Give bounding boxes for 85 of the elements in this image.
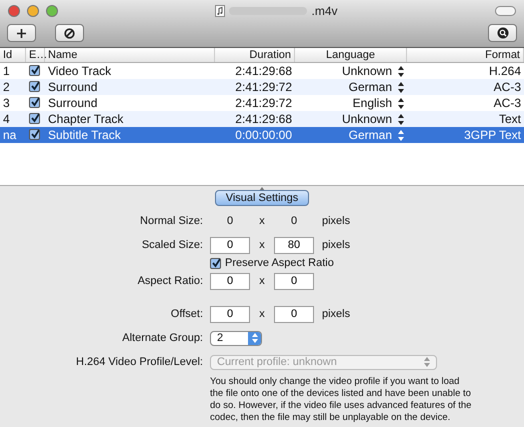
times-sign: x bbox=[258, 275, 266, 287]
prohibited-icon bbox=[64, 28, 75, 38]
table-cell-text: 4 bbox=[2, 112, 11, 126]
table-cell-text: 0:00:00:00 bbox=[234, 128, 293, 142]
table-cell-text: Subtitle Track bbox=[47, 128, 122, 142]
field-label: Alternate Group: bbox=[121, 332, 203, 344]
track-row[interactable]: 3 Surround 2:41:29:72 English AC-3 bbox=[0, 95, 524, 111]
unit-label: pixels bbox=[322, 308, 350, 320]
track-row[interactable]: 1 Video Track 2:41:29:68 Unknown H.264 bbox=[0, 63, 524, 79]
height-field[interactable]: 0 bbox=[274, 272, 314, 290]
column-header[interactable]: Name bbox=[45, 48, 215, 62]
minimize-button[interactable] bbox=[27, 5, 39, 17]
music-file-icon bbox=[215, 5, 226, 17]
width-field[interactable]: 0 bbox=[210, 236, 250, 254]
checkbox[interactable] bbox=[29, 128, 40, 140]
table-cell-text: Text bbox=[498, 112, 522, 126]
table-cell-text: 3GPP Text bbox=[463, 128, 522, 142]
track-row[interactable]: 4 Chapter Track 2:41:29:68 Unknown Text bbox=[0, 111, 524, 127]
plus-icon bbox=[17, 28, 26, 38]
column-header[interactable]: Duration bbox=[215, 48, 295, 62]
table-cell: Unknown bbox=[342, 112, 392, 126]
table-cell-text: AC-3 bbox=[492, 96, 522, 110]
stepper-arrows-icon bbox=[424, 357, 430, 367]
table-cell-text: Video Track bbox=[47, 64, 112, 78]
x-offset-field[interactable]: 0 bbox=[210, 306, 250, 322]
checkbox[interactable] bbox=[29, 80, 40, 92]
y-offset-field[interactable]: 0 bbox=[274, 306, 314, 322]
checkbox[interactable] bbox=[29, 96, 40, 108]
stepper-arrows-icon[interactable] bbox=[398, 98, 404, 108]
track-row[interactable]: 2 Surround 2:41:29:72 German AC-3 bbox=[0, 79, 524, 95]
field-label: Scaled Size: bbox=[140, 239, 203, 251]
table-cell-text: 2:41:29:68 bbox=[234, 112, 293, 126]
height-value: 0 bbox=[290, 215, 298, 227]
table-cell-text: Chapter Track bbox=[47, 112, 124, 126]
alternate-group-dropdown[interactable]: 2 bbox=[210, 330, 262, 346]
stepper-arrows-icon[interactable] bbox=[398, 82, 404, 92]
column-header[interactable]: Id bbox=[0, 48, 26, 62]
table-cell: German bbox=[348, 128, 392, 142]
add-button[interactable] bbox=[7, 24, 36, 42]
column-header[interactable]: E… bbox=[26, 48, 45, 62]
checkbox-label: Preserve Aspect Ratio bbox=[225, 257, 334, 269]
search-button[interactable] bbox=[488, 24, 517, 42]
table-cell-text: Surround bbox=[47, 80, 98, 94]
help-text: You should only change the video profile if you want to load the file onto one of the devices listed and have been unable to do so. However, if the video file uses advanced features of the codec, then the file may still be unplayable on the device. bbox=[210, 376, 472, 424]
field-label: Offset: bbox=[170, 308, 203, 320]
column-header[interactable]: Language bbox=[295, 48, 407, 62]
times-sign: x bbox=[258, 215, 266, 227]
table-cell-text: 2:41:29:72 bbox=[234, 80, 293, 94]
width-value: 0 bbox=[226, 215, 234, 227]
width-field[interactable]: 0 bbox=[210, 272, 250, 290]
visual-settings-tab[interactable]: Visual Settings bbox=[214, 190, 310, 206]
table-cell-text: H.264 bbox=[488, 64, 522, 78]
checkbox[interactable] bbox=[29, 112, 40, 124]
close-button[interactable] bbox=[8, 5, 20, 17]
stepper-arrows-icon bbox=[252, 333, 258, 343]
disable-button[interactable] bbox=[55, 24, 84, 42]
field-label: Aspect Ratio: bbox=[136, 275, 203, 287]
checkbox[interactable] bbox=[29, 64, 40, 76]
stepper-arrows-icon[interactable] bbox=[398, 66, 404, 76]
table-cell-text: na bbox=[2, 128, 18, 142]
unit-label: pixels bbox=[322, 239, 350, 251]
table-cell-text: 3 bbox=[2, 96, 11, 110]
table-cell-text: 1 bbox=[2, 64, 11, 78]
toolbar-toggle-button[interactable] bbox=[495, 6, 516, 16]
checkbox[interactable] bbox=[210, 258, 221, 268]
zoom-button[interactable] bbox=[46, 5, 58, 17]
table-cell-text: 2 bbox=[2, 80, 11, 94]
unit-label: pixels bbox=[322, 215, 350, 227]
height-field[interactable]: 80 bbox=[274, 236, 314, 254]
window-title: .m4v bbox=[311, 4, 338, 18]
table-cell-text: 2:41:29:68 bbox=[234, 64, 293, 78]
times-sign: x bbox=[258, 239, 266, 251]
field-label: H.264 Video Profile/Level: bbox=[75, 356, 203, 368]
table-cell: German bbox=[348, 80, 392, 94]
times-sign: x bbox=[258, 308, 266, 320]
table-cell-text: AC-3 bbox=[492, 80, 522, 94]
field-label: Normal Size: bbox=[139, 215, 203, 227]
stepper-arrows-icon[interactable] bbox=[398, 114, 404, 124]
search-icon bbox=[496, 27, 508, 39]
table-cell: English bbox=[352, 96, 392, 110]
table-cell: Unknown bbox=[342, 64, 392, 78]
table-cell-text: Surround bbox=[47, 96, 98, 110]
table-cell-text: 2:41:29:72 bbox=[234, 96, 293, 110]
track-row[interactable]: na Subtitle Track 0:00:00:00 German 3GPP Text bbox=[0, 127, 524, 143]
column-header[interactable]: Format bbox=[407, 48, 524, 62]
